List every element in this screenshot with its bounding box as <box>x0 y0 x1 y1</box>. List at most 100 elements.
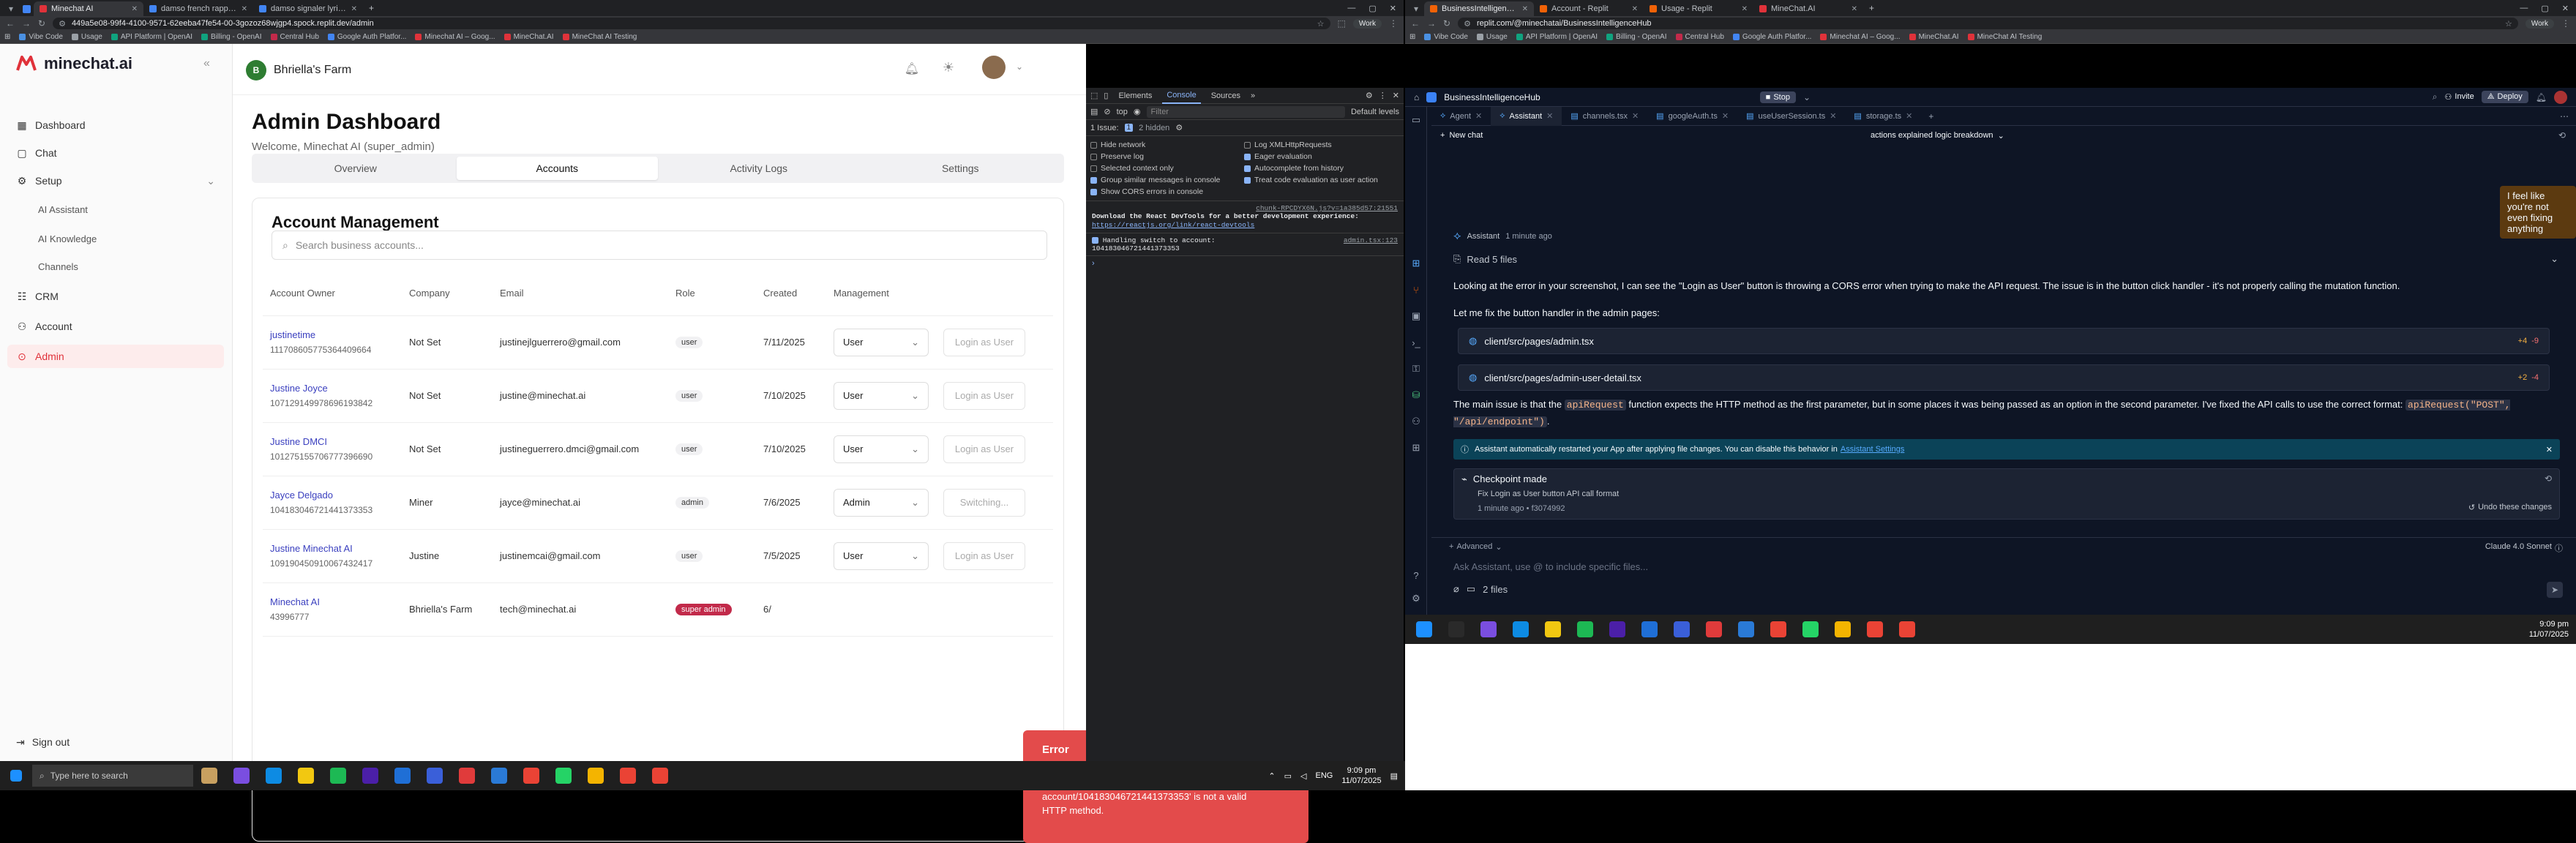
bookmark-item[interactable]: Usage <box>1476 33 1508 41</box>
bookmark-item[interactable]: MineChat AI Testing <box>562 33 637 41</box>
minimize-icon[interactable]: — <box>2520 4 2528 13</box>
right-tab-3[interactable]: MineChat.AI ✕ <box>1753 1 1863 16</box>
minimize-icon[interactable]: — <box>1347 4 1355 13</box>
console-filter-input[interactable]: Filter <box>1146 105 1345 118</box>
role-select[interactable]: User ⌄ <box>834 328 929 356</box>
attached-files[interactable]: ⌀ ▭ 2 files <box>1453 583 1508 595</box>
owner-name-link[interactable]: Minechat AI <box>270 596 402 607</box>
database-icon[interactable]: ⛁ <box>1405 382 1427 408</box>
chat-title-dropdown[interactable]: actions explained logic breakdown ⌄ <box>1871 131 2004 140</box>
console-option[interactable]: Autocomplete from history <box>1244 162 1378 174</box>
notification-center-icon[interactable]: ▤ <box>1390 771 1398 781</box>
left-taskbar-app-2[interactable] <box>258 761 290 790</box>
tab-close-icon[interactable]: ✕ <box>351 5 357 13</box>
help-icon[interactable]: ? <box>1405 562 1427 588</box>
tab-close-icon[interactable]: ✕ <box>1722 111 1729 121</box>
advanced-toggle[interactable]: + Advanced ⌄ <box>1449 542 1502 552</box>
maximize-icon[interactable]: ▢ <box>2541 4 2548 13</box>
maximize-icon[interactable]: ▢ <box>1368 4 1376 13</box>
sidebar-item-chat[interactable]: ▢ Chat <box>7 141 224 165</box>
back-icon[interactable]: ← <box>6 18 15 29</box>
left-taskbar-app-10[interactable] <box>515 761 547 790</box>
collapse-sidebar-icon[interactable]: « <box>203 57 210 70</box>
right-taskbar-app-13[interactable] <box>1827 615 1859 644</box>
console-option[interactable]: Hide network <box>1090 139 1244 151</box>
left-taskbar-app-9[interactable] <box>483 761 515 790</box>
account-search-input[interactable]: ⌕ Search business accounts... <box>272 231 1047 260</box>
left-taskbar-app-6[interactable] <box>386 761 419 790</box>
devtools-close-icon[interactable]: ✕ <box>1393 91 1399 100</box>
sidebar-item-ai-assistant[interactable]: AI Assistant <box>7 198 224 222</box>
checkbox[interactable] <box>1244 165 1251 172</box>
tab-activity-logs[interactable]: Activity Logs <box>658 157 860 180</box>
tab-settings[interactable]: Settings <box>860 157 1062 180</box>
checkbox[interactable] <box>1090 188 1097 195</box>
stop-button[interactable]: ■ Stop <box>1759 91 1796 103</box>
language-indicator[interactable]: ENG <box>1316 771 1333 780</box>
right-bookmark-star-icon[interactable]: ☆ <box>2505 19 2512 29</box>
tab-overview[interactable]: Overview <box>255 157 457 180</box>
replit-tab-5[interactable]: ▤ storage.ts ✕ <box>1845 107 1921 126</box>
login-as-user-button[interactable]: Switching... <box>943 488 1025 517</box>
bookmark-item[interactable]: Central Hub <box>270 33 319 41</box>
right-profile-work-badge[interactable]: Work <box>2525 18 2554 29</box>
left-taskbar-app-12[interactable] <box>580 761 612 790</box>
left-taskbar-app-1[interactable] <box>225 761 258 790</box>
sidebar-item-setup[interactable]: ⚙ Setup ⌄ <box>7 169 224 192</box>
console-option[interactable]: Selected context only <box>1090 162 1244 174</box>
right-reload-icon[interactable]: ↻ <box>1443 18 1450 29</box>
bookmark-item[interactable]: API Platform | OpenAI <box>111 33 192 41</box>
apps-grid-icon[interactable]: ⊞ <box>4 33 10 41</box>
right-menu-dots-icon[interactable]: ⋮ <box>2561 18 2570 29</box>
checkbox[interactable] <box>1090 141 1097 149</box>
profile-work-badge[interactable]: Work <box>1352 18 1382 29</box>
right-taskbar-app-5[interactable] <box>1569 615 1601 644</box>
left-tab-0[interactable]: Minechat AI ✕ <box>34 1 143 16</box>
console-option[interactable]: Show CORS errors in console <box>1090 186 1244 198</box>
right-taskbar-app-6[interactable] <box>1601 615 1633 644</box>
left-taskbar-app-11[interactable] <box>547 761 580 790</box>
file-change-admin-user-detail[interactable]: ◍ client/src/pages/admin-user-detail.tsx… <box>1458 364 2550 391</box>
user-avatar[interactable] <box>982 56 1006 79</box>
console-option[interactable]: Group similar messages in console <box>1090 174 1244 186</box>
replit-avatar[interactable] <box>2554 90 2567 104</box>
context-select[interactable]: top <box>1117 108 1128 116</box>
sidebar-item-channels[interactable]: Channels <box>7 255 224 278</box>
org-switcher[interactable]: B Bhriella's Farm <box>246 60 351 80</box>
right-taskbar-app-1[interactable] <box>1440 615 1472 644</box>
devtools-menu-icon[interactable]: ⋮ <box>1379 91 1387 100</box>
eye-icon[interactable]: ◉ <box>1134 107 1141 116</box>
read-files-row[interactable]: ⎘ Read 5 files ⌄ <box>1453 252 2558 266</box>
right-taskbar-app-9[interactable] <box>1698 615 1730 644</box>
left-taskbar-app-4[interactable] <box>322 761 354 790</box>
right-taskbar-app-2[interactable] <box>1472 615 1505 644</box>
close-notice-icon[interactable]: ✕ <box>2546 445 2553 454</box>
sidebar-item-account[interactable]: ⚇ Account <box>7 315 224 338</box>
checkpoint-expand-icon[interactable]: ⟲ <box>2545 473 2552 484</box>
bookmark-item[interactable]: Central Hub <box>1675 33 1724 41</box>
right-taskbar-app-0[interactable] <box>1408 615 1440 644</box>
right-taskbar-app-7[interactable] <box>1633 615 1666 644</box>
browser-profile-icon[interactable] <box>19 1 34 16</box>
right-tab-1[interactable]: Account - Replit ✕ <box>1534 1 1644 16</box>
console-option[interactable]: Treat code evaluation as user action <box>1244 174 1378 186</box>
user-menu-chevron-icon[interactable]: ⌄ <box>1016 61 1023 72</box>
bookmark-item[interactable]: Google Auth Platfor... <box>327 33 406 41</box>
tab-close-icon[interactable]: ✕ <box>242 5 247 13</box>
sidebar-toggle-icon[interactable]: ▭ <box>1405 107 1427 133</box>
bookmark-item[interactable]: MineChat AI Testing <box>1967 33 2042 41</box>
bell-icon[interactable]: 🔔︎ <box>905 61 919 76</box>
owner-name-link[interactable]: Justine Joyce <box>270 383 402 394</box>
right-tab-2[interactable]: Usage - Replit ✕ <box>1644 1 1753 16</box>
bookmark-item[interactable]: Minechat AI – Goog... <box>1820 33 1901 41</box>
new-chat-button[interactable]: + New chat <box>1431 131 1483 140</box>
left-taskbar-app-8[interactable] <box>451 761 483 790</box>
devtools-tab-sources[interactable]: Sources <box>1207 91 1245 100</box>
assistant-settings-link[interactable]: Assistant Settings <box>1841 445 1904 454</box>
checkbox[interactable] <box>1244 153 1251 160</box>
role-select[interactable]: User ⌄ <box>834 542 929 570</box>
send-button[interactable]: ➤ <box>2547 582 2563 598</box>
file-change-admin[interactable]: ◍ client/src/pages/admin.tsx +4 -9 <box>1458 328 2550 354</box>
devtools-settings-icon[interactable]: ⚙ <box>1366 91 1373 100</box>
console-settings-icon[interactable]: ⚙ <box>1175 123 1183 132</box>
